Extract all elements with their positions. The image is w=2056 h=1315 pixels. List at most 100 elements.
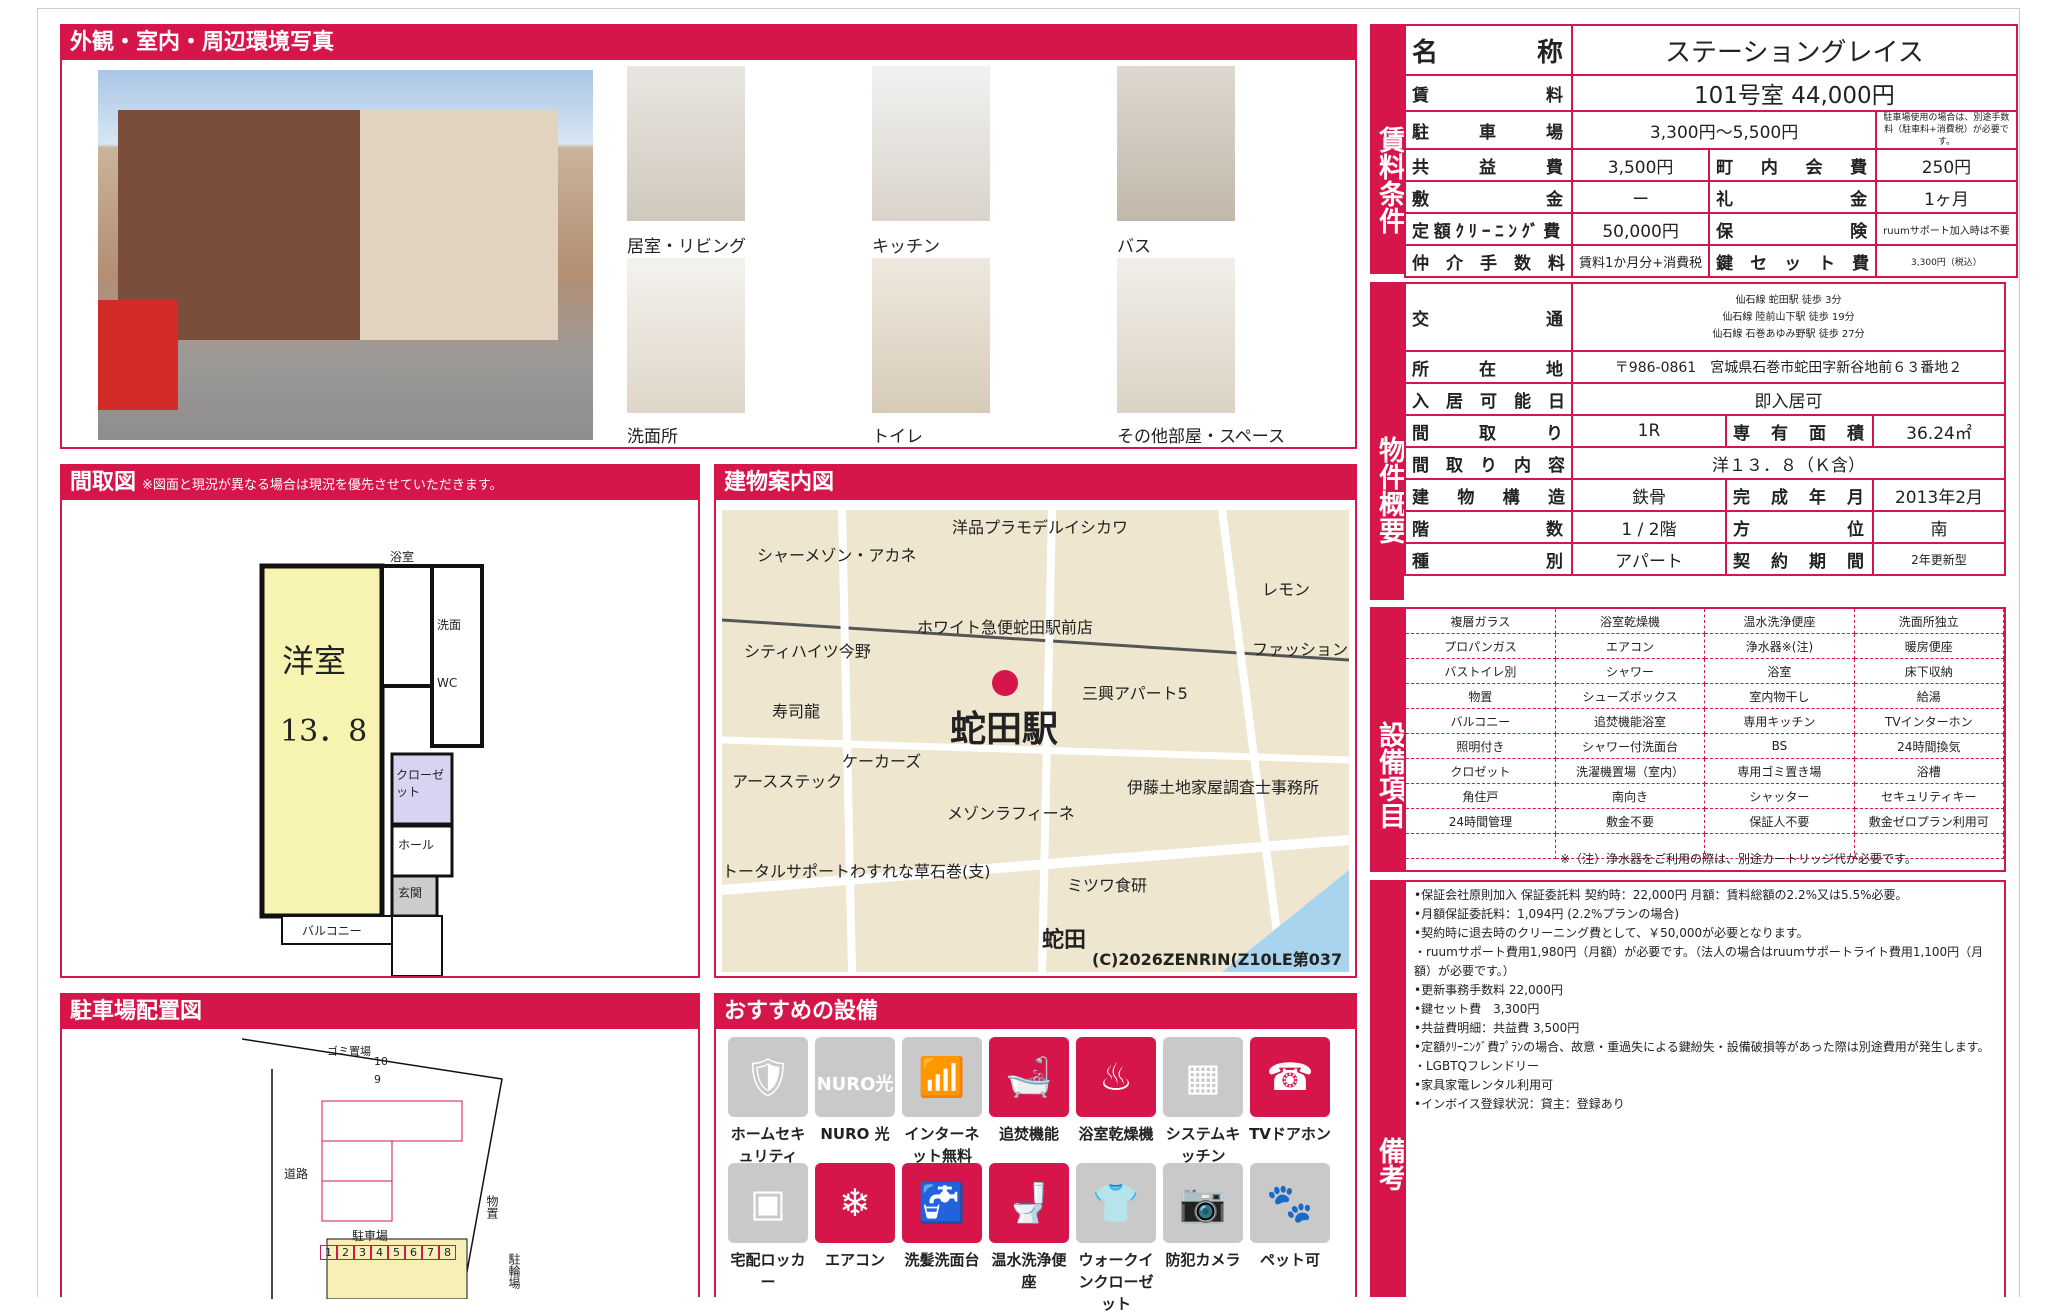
remark-line: •月額保証委託料：1,094円 (2.2%プランの場合): [1414, 907, 1680, 921]
parking-panel: 駐車場配置図 道路 ゴミ置場 10 9 駐車場 物置 駐輪場 1 2 3 4 5…: [60, 993, 700, 1299]
remark-line: ・LGBTQフレンドリー: [1414, 1059, 1539, 1073]
equipment-item: [1406, 833, 1556, 859]
floorplan-title: 間取図: [70, 470, 137, 495]
equipment-item: 浴室乾燥機: [1555, 609, 1706, 634]
address-label: 所 在 地: [1404, 350, 1573, 384]
equipment-icon-label: 宅配ロッカー: [730, 1251, 806, 1291]
label-entrance: 玄関: [398, 886, 423, 900]
map-place-14: 蛇田: [1042, 928, 1087, 953]
equipment-item: シャワー: [1555, 658, 1706, 684]
nuro-icon: NURO光: [815, 1037, 895, 1117]
rent-value: 101号室 44,000円: [1571, 74, 2018, 112]
station-marker-icon: [992, 670, 1018, 696]
camera-icon: 📷: [1163, 1163, 1243, 1243]
address: 〒986-0861 宮城県石巻市蛇田字新谷地前６３番地２: [1571, 350, 2006, 384]
map-title: 建物案内図: [716, 466, 1355, 500]
map-panel: 建物案内図 洋品プラモデルイシカワ シャーメゾン・アカネ ホワイト急便蛇田駅前店…: [714, 464, 1357, 978]
equipment-item: バルコニー: [1406, 708, 1556, 734]
property-name: ステーショングレイス: [1571, 24, 2018, 76]
equipment-row: バルコニー 追焚機能浴室 専用キッチン TVインターホン: [1406, 708, 2005, 734]
paw-icon: 🐾: [1250, 1163, 1330, 1243]
equipment-icon-label: ウォークインクローゼット: [1078, 1251, 1154, 1313]
map-place-0: 洋品プラモデルイシカワ: [952, 518, 1129, 537]
equipment-side-label: 設備項目: [1370, 607, 1405, 872]
equipment-row: 複層ガラス 浴室乾燥機 温水洗浄便座 洗面所独立: [1406, 609, 2005, 634]
property-table: 交 通 仙石線 蛇田駅 徒歩 3分 仙石線 陸前山下駅 徒歩 19分 仙石線 石…: [1404, 282, 2006, 576]
aircon-icon: ❄: [815, 1163, 895, 1243]
equipment-icons-panel: おすすめの設備 🛡 ホームセキュリティ NURO光 NURO 光 📶 インターネット無料 🛁…: [714, 993, 1357, 1313]
photo-other[interactable]: [1117, 258, 1235, 413]
label-wc: WC: [437, 676, 458, 690]
equipment-item: BS: [1704, 733, 1855, 759]
floorplan-drawing: [259, 563, 484, 976]
parking-spaces-bottom: 1 2 3 4 5 6 7 8: [320, 1245, 456, 1260]
parking-fee-label: 駐 車 場: [1404, 110, 1573, 150]
name-label: 名 称: [1404, 24, 1573, 76]
photo-toilet[interactable]: [872, 258, 990, 413]
structure: 鉄骨: [1571, 478, 1727, 512]
map-image[interactable]: 洋品プラモデルイシカワ シャーメゾン・アカネ ホワイト急便蛇田駅前店 シティハイ…: [722, 510, 1349, 972]
equipment-item: 24時間換気: [1854, 733, 2005, 759]
equipment-item: シューズボックス: [1555, 683, 1706, 709]
equipment-item: 照明付き: [1406, 733, 1556, 759]
equipment-item: 浄水器※(注): [1704, 633, 1855, 659]
property-side-label: 物件概要: [1370, 282, 1405, 600]
structure-label: 建 物 構 造: [1404, 478, 1573, 512]
parking-space-10: 10: [374, 1055, 388, 1068]
map-place-4: レモン: [1262, 580, 1311, 599]
building-type: アパート: [1571, 542, 1727, 576]
photo-kitchen[interactable]: [872, 66, 990, 221]
caption-washroom: 洗面所: [627, 427, 678, 447]
type-label: 種 別: [1404, 542, 1573, 576]
parking-road: 道路: [284, 1167, 309, 1181]
equipment-item: 給湯: [1854, 683, 2005, 709]
equipment-item: 敷金ゼロプラン利用可: [1854, 808, 2005, 834]
layout-label: 間 取 り: [1404, 414, 1573, 448]
area-label: 専 有 面 積: [1725, 414, 1874, 448]
assoc-fee: 250円: [1875, 148, 2018, 182]
exterior-photo[interactable]: [98, 70, 593, 440]
map-place-8: ケーカーズ: [842, 752, 922, 771]
building-shape: [118, 110, 558, 340]
photo-living[interactable]: [627, 66, 745, 221]
equipment-list-table: 複層ガラス 浴室乾燥機 温水洗浄便座 洗面所独立 プロパンガス エアコン 浄水器※(注) 暖房…: [1406, 609, 2005, 859]
equipment-footnote: ※（注）浄水器をご利用の際は、別途カートリッジ代が必要です。: [1560, 852, 1917, 866]
map-place-6: 寿司龍: [772, 702, 821, 721]
label-balcony: バルコニー: [302, 924, 362, 938]
transport-line: 仙石線 陸前山下駅 徒歩 19分: [1722, 311, 1855, 323]
equipment-item: 暖房便座: [1854, 633, 2005, 659]
caption-bath: バス: [1117, 237, 1151, 257]
parking-space: 8: [439, 1245, 456, 1260]
photo-bath[interactable]: [1117, 66, 1235, 221]
parking-space: 5: [388, 1245, 405, 1260]
toilet-icon: 🚽: [989, 1163, 1069, 1243]
equipment-row: 24時間管理 敷金不要 保証人不要 敷金ゼロプラン利用可: [1406, 808, 2005, 834]
transport-line: 仙石線 蛇田駅 徒歩 3分: [1735, 294, 1842, 306]
remark-line: •更新事務手数料 22,000円: [1414, 983, 1563, 997]
equipment-icon-label: 洗髪洗面台: [904, 1251, 980, 1269]
equipment-item: プロパンガス: [1406, 633, 1556, 659]
photo-washroom[interactable]: [627, 258, 745, 413]
walkin-closet-icon: 👕: [1076, 1163, 1156, 1243]
floorplan-header: 間取図 ※図面と現況が異なる場合は現況を優先させていただきます。: [62, 466, 698, 500]
direction-label: 方 位: [1725, 510, 1874, 544]
map-place-1: シャーメゾン・アカネ: [757, 546, 917, 565]
remark-line: •インボイス登録状況：貸主：登録あり: [1414, 1097, 1625, 1111]
parking-space: 3: [354, 1245, 371, 1260]
nuro-text: NURO光: [816, 1074, 894, 1095]
parking-building: 物置: [485, 1195, 499, 1219]
locker-icon: ▣: [728, 1163, 808, 1243]
built: 2013年2月: [1872, 478, 2006, 512]
remark-line: ・ruumサポート費用1,980円（月額）が必要です。（法人の場合はruumサポ…: [1414, 945, 1984, 978]
station-name: 蛇田駅: [950, 709, 1059, 750]
map-copyright: (C)2026ZENRIN(Z10LE第037号): [1092, 950, 1343, 969]
insurance-label: 保 険: [1708, 212, 1878, 246]
equipment-item: 室内物干し: [1704, 683, 1855, 709]
equipment-item: 24時間管理: [1406, 808, 1556, 834]
layout-detail: 洋１３．８（Ｋ含）: [1571, 446, 2006, 480]
movein: 即入居可: [1571, 382, 2006, 416]
movein-label: 入 居 可 能 日: [1404, 382, 1573, 416]
equipment-item: TVインターホン: [1854, 708, 2005, 734]
remarks-side-label: 備考: [1370, 880, 1405, 1297]
equipment-item: 保証人不要: [1704, 808, 1855, 834]
